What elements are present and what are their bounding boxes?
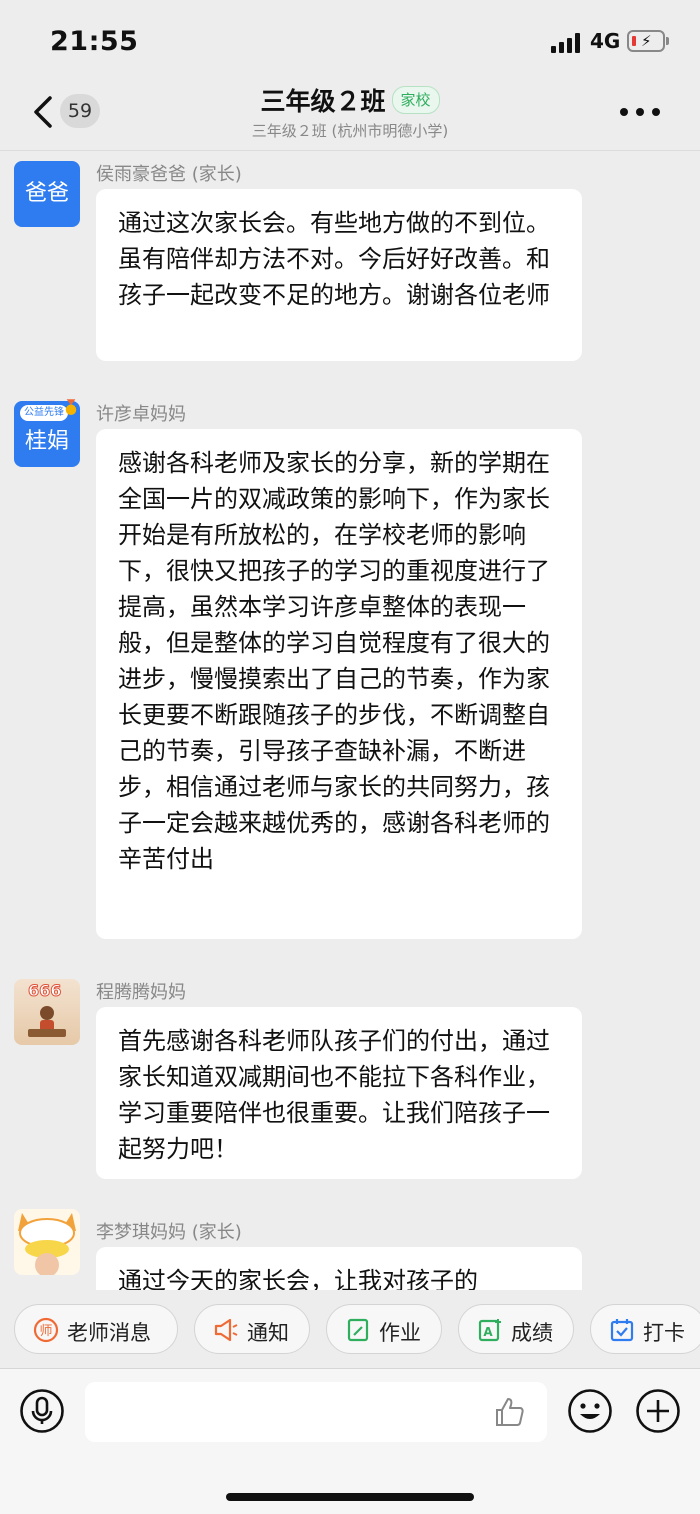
svg-text:师: 师 [39, 1324, 52, 1339]
sender-name: 程腾腾妈妈 [96, 982, 186, 1003]
avatar[interactable]: 666 [14, 979, 80, 1045]
megaphone-icon [214, 1318, 238, 1342]
status-bar: 21:55 4G ⚡ [0, 0, 700, 80]
voice-icon[interactable] [19, 1388, 65, 1434]
avatar[interactable]: 爸爸 [14, 161, 80, 227]
grades-button[interactable]: A 成绩 [458, 1304, 574, 1354]
emoji-icon[interactable] [567, 1388, 613, 1434]
chip-label: 作业 [379, 1321, 421, 1345]
group-type-tag: 家校 [391, 86, 440, 114]
title-row: 三年级２班 家校 [0, 82, 700, 118]
grade-icon: A [478, 1319, 501, 1342]
message-bubble[interactable]: 通过今天的家长会，让我对孩子的 [96, 1247, 582, 1290]
chip-label: 打卡 [643, 1321, 685, 1345]
avatar-badge: 公益先锋 [20, 405, 68, 421]
medal-icon [65, 399, 77, 415]
chat-messages[interactable]: 爸爸 侯雨豪爸爸 (家长) 通过这次家长会。有些地方做的不到位。虽有陪伴却方法不… [0, 151, 700, 1290]
network-label: 4G [590, 29, 621, 53]
message-bubble[interactable]: 感谢各科老师及家长的分享，新的学期在全国一片的双减政策的影响下，作为家长开始是有… [96, 429, 582, 939]
battery-cap [666, 37, 669, 45]
notice-button[interactable]: 通知 [194, 1304, 310, 1354]
teacher-messages-button[interactable]: 师 老师消息 [14, 1304, 178, 1354]
quick-actions-bar: 师 老师消息 通知 作业 A 成绩 打卡 [0, 1290, 700, 1369]
person-photo-icon [28, 1006, 66, 1037]
teacher-icon: 师 [33, 1317, 59, 1343]
cat-ear-hat-icon [18, 1213, 76, 1275]
page-subtitle: 三年级２班 (杭州市明德小学) [251, 122, 449, 140]
signal-icon [551, 33, 583, 53]
message-bubble[interactable]: 通过这次家长会。有些地方做的不到位。虽有陪伴却方法不对。今后好好改善。和孩子一起… [96, 189, 582, 361]
avatar[interactable]: 桂娟 公益先锋 [14, 399, 80, 467]
chip-label: 通知 [247, 1321, 289, 1345]
chip-label: 老师消息 [67, 1321, 151, 1345]
homework-button[interactable]: 作业 [326, 1304, 442, 1354]
thumbs-up-icon[interactable] [493, 1395, 527, 1429]
message-bubble[interactable]: 首先感谢各科老师队孩子们的付出，通过家长知道双减期间也不能拉下各科作业，学习重要… [96, 1007, 582, 1179]
page-title: 三年级２班 [260, 87, 386, 116]
plus-icon[interactable] [635, 1388, 681, 1434]
sender-name: 李梦琪妈妈 (家长) [96, 1222, 242, 1243]
homework-icon [347, 1318, 369, 1342]
more-options-icon[interactable] [618, 106, 662, 118]
chip-label: 成绩 [511, 1321, 553, 1345]
message-input[interactable] [85, 1382, 547, 1442]
avatar[interactable] [14, 1209, 80, 1275]
home-indicator[interactable] [226, 1493, 474, 1501]
check-in-button[interactable]: 打卡 [590, 1304, 700, 1354]
calendar-check-icon [610, 1319, 634, 1342]
sender-name: 侯雨豪爸爸 (家长) [96, 164, 242, 185]
chat-header: 59 三年级２班 家校 三年级２班 (杭州市明德小学) [0, 80, 700, 151]
svg-text:A: A [483, 1325, 493, 1339]
sender-name: 许彦卓妈妈 [96, 404, 186, 425]
status-time: 21:55 [50, 26, 139, 57]
battery-icon: ⚡ [627, 30, 665, 52]
